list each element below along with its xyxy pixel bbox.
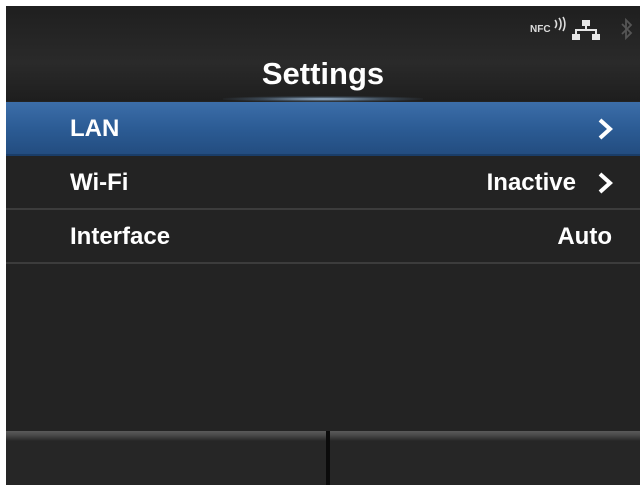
menu-item-wifi[interactable]: Wi-Fi Inactive — [6, 156, 640, 210]
chevron-right-icon — [598, 172, 613, 194]
menu-item-label: LAN — [70, 115, 120, 142]
left-softkey-button[interactable] — [6, 431, 326, 485]
nfc-icon — [554, 16, 566, 32]
menu-item-interface[interactable]: Interface Auto — [6, 210, 640, 264]
menu-item-value: Auto — [557, 223, 612, 250]
menu-item-lan[interactable]: LAN — [6, 102, 640, 156]
nfc-label: NFC — [530, 24, 551, 35]
softkey-bar — [6, 431, 640, 485]
page-title: Settings — [261, 56, 385, 91]
menu-item-label: Wi-Fi — [70, 169, 129, 196]
menu-item-value: Inactive — [486, 169, 576, 196]
lan-connected-icon — [572, 20, 600, 40]
header-bar: NFC Settings — [6, 6, 640, 102]
bluetooth-icon — [621, 18, 633, 40]
right-softkey-button[interactable] — [330, 431, 640, 485]
menu-item-label: Interface — [70, 223, 171, 250]
printer-screen: NFC Settings LAN Wi-Fi Inactive Interfac… — [6, 6, 640, 485]
chevron-right-icon — [598, 118, 613, 140]
